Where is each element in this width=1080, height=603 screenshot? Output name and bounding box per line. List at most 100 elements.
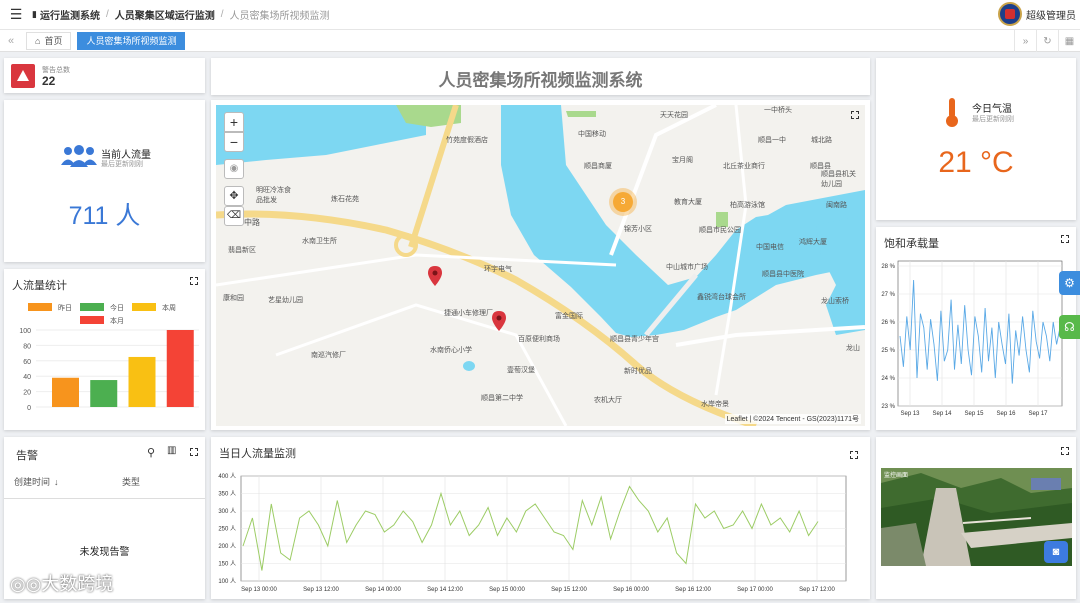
map-label: 天天花园 bbox=[660, 112, 688, 119]
move-tool-icon[interactable]: ✥ bbox=[224, 186, 244, 206]
map-label: 顺昌商厦 bbox=[584, 163, 612, 170]
map-label: 富金国际 bbox=[555, 313, 583, 320]
fullscreen-icon[interactable] bbox=[850, 451, 858, 459]
flow-stats-title: 人流量统计 bbox=[12, 280, 67, 292]
legend-label: 本月 bbox=[110, 316, 124, 325]
map-marker[interactable] bbox=[492, 311, 506, 331]
y-tick-label: 350 人 bbox=[218, 491, 236, 498]
breadcrumb-item-area[interactable]: 人员聚集区域运行监测 bbox=[115, 7, 215, 22]
y-tick-label: 300 人 bbox=[218, 508, 236, 515]
map-label: 顺昌一中 bbox=[758, 137, 786, 144]
video-feed[interactable]: 监控画面 ◙ bbox=[881, 468, 1072, 566]
refresh-icon[interactable]: ↻ bbox=[1036, 30, 1058, 52]
headset-icon[interactable]: ☊ bbox=[1059, 315, 1080, 339]
user-menu[interactable]: 超级管理员 bbox=[998, 2, 1076, 26]
map-label: 捷通小车修理厂 bbox=[444, 310, 493, 317]
map-attribution: Leaflet | ©2024 Tencent - GS(2023)1171号 bbox=[724, 414, 861, 424]
alarms-card: 告警 ⚲ ▥ 创建时间 ↓ 类型 未发现告警 ◎◎大数跨境 bbox=[4, 437, 205, 599]
fullscreen-icon[interactable] bbox=[190, 448, 198, 456]
bar bbox=[166, 330, 194, 407]
grid-menu-icon[interactable]: ▦ bbox=[1058, 30, 1080, 52]
legend-swatch bbox=[28, 303, 52, 311]
map-label: 壹萄汉堡 bbox=[507, 367, 535, 374]
map-label: 新时优品 bbox=[624, 368, 652, 375]
chart-icon: ▮ bbox=[32, 9, 37, 19]
map-label: 教育大厦 bbox=[674, 199, 702, 206]
x-tick-label: Sep 15 00:00 bbox=[489, 587, 525, 593]
map-label: 顺昌县青少年宫 bbox=[610, 336, 659, 343]
fullscreen-icon[interactable] bbox=[1061, 235, 1069, 243]
map-label: 中路 bbox=[244, 218, 260, 227]
sort-arrow-icon: ↓ bbox=[54, 477, 59, 487]
x-tick-label: Sep 17 00:00 bbox=[737, 587, 773, 593]
x-tick-label: Sep 17 bbox=[1028, 411, 1048, 417]
users-icon bbox=[59, 145, 99, 170]
map-label: 水岸帝景 bbox=[701, 401, 729, 408]
map[interactable]: 一中桥头 天天花园 竹苑度假酒店 中国移动 顺昌一中 城北路 顺昌商厦 宝月阁 … bbox=[216, 105, 865, 426]
current-flow-card: 当前人流量 最后更新刚刚 711 人 bbox=[4, 100, 205, 262]
y-tick-label: 20 bbox=[23, 390, 31, 397]
marker-tool-icon[interactable]: ◉ bbox=[224, 159, 244, 179]
alarms-title: 告警 bbox=[16, 450, 38, 462]
bar bbox=[128, 356, 156, 407]
series-line bbox=[899, 279, 1061, 384]
column-created-time[interactable]: 创建时间 ↓ bbox=[14, 475, 59, 488]
map-label: 炼石花苑 bbox=[331, 196, 359, 203]
map-label: 中国移动 bbox=[578, 131, 606, 138]
map-label: 农机大厅 bbox=[594, 397, 622, 404]
top-bar: ☰ ▮ 运行监测系统 / 人员聚集区域运行监测 / 人员密集场所视频监测 超级管… bbox=[0, 0, 1080, 30]
y-tick-label: 26 % bbox=[881, 320, 895, 326]
map-label: 北丘茶业商行 bbox=[723, 163, 765, 170]
legend-label: 昨日 bbox=[58, 303, 72, 312]
map-label: 竹苑度假酒店 bbox=[446, 137, 488, 144]
x-tick-label: Sep 14 bbox=[932, 411, 952, 417]
map-label: 城北路 bbox=[811, 137, 832, 144]
map-label: 顺昌县机关幼儿园 bbox=[821, 171, 856, 188]
search-icon[interactable]: ⚲ bbox=[147, 446, 155, 459]
legend-swatch bbox=[132, 303, 156, 311]
map-marker[interactable] bbox=[428, 266, 442, 286]
legend-swatch bbox=[80, 316, 104, 324]
map-label: 鸿辉大厦 bbox=[799, 239, 827, 246]
zoom-in-button[interactable]: + bbox=[224, 112, 244, 132]
settings-gear-icon[interactable]: ⚙ bbox=[1059, 271, 1080, 295]
title-card: 人员密集场所视频监测系统 bbox=[211, 58, 870, 95]
zoom-out-button[interactable]: − bbox=[224, 132, 244, 152]
fullscreen-icon[interactable] bbox=[1061, 447, 1069, 455]
x-tick-label: Sep 16 bbox=[996, 411, 1016, 417]
user-name: 超级管理员 bbox=[1026, 10, 1076, 22]
y-tick-label: 100 bbox=[19, 328, 31, 335]
video-overlay-text: 监控画面 bbox=[884, 473, 909, 479]
daily-flow-title: 当日人流量监测 bbox=[219, 448, 296, 460]
plot-frame bbox=[897, 260, 1063, 407]
eraser-icon[interactable]: ⌫ bbox=[224, 206, 244, 226]
y-tick-label: 27 % bbox=[881, 292, 895, 298]
y-tick-label: 200 人 bbox=[218, 543, 236, 550]
map-label: 龙山 bbox=[846, 345, 860, 352]
divider bbox=[4, 498, 205, 499]
hamburger-icon[interactable]: ☰ bbox=[6, 6, 26, 23]
y-tick-label: 80 bbox=[23, 343, 31, 350]
x-tick-label: Sep 13 00:00 bbox=[241, 587, 277, 593]
x-tick-label: Sep 15 bbox=[964, 411, 984, 417]
tab-home[interactable]: ⌂ 首页 bbox=[26, 31, 72, 50]
scroll-right-icon[interactable]: » bbox=[1014, 30, 1036, 52]
columns-icon[interactable]: ▥ bbox=[167, 445, 176, 456]
map-label: 闽南路 bbox=[826, 202, 847, 209]
map-fullscreen-icon[interactable] bbox=[851, 111, 859, 119]
breadcrumb-item-system[interactable]: 运行监测系统 bbox=[40, 7, 100, 22]
warning-icon bbox=[11, 64, 35, 88]
map-cluster[interactable]: 3 bbox=[613, 192, 633, 212]
saturation-title: 饱和承载量 bbox=[884, 238, 939, 250]
scroll-left-icon[interactable]: « bbox=[0, 35, 22, 47]
y-tick-label: 0 bbox=[27, 405, 31, 412]
map-label: 中山城市广场 bbox=[666, 264, 708, 271]
tab-current[interactable]: 人员密集场所视频监测 bbox=[77, 31, 186, 50]
column-type[interactable]: 类型 bbox=[122, 475, 140, 488]
map-label: 水南侨心小学 bbox=[430, 347, 472, 354]
map-label: 顺昌市民公园 bbox=[699, 227, 741, 234]
breadcrumb: ▮ 运行监测系统 / 人员聚集区域运行监测 / 人员密集场所视频监测 bbox=[32, 7, 330, 22]
map-label: 龙山索桥 bbox=[821, 298, 849, 305]
fullscreen-icon[interactable] bbox=[190, 277, 198, 285]
watermark: ◎◎大数跨境 bbox=[10, 574, 114, 594]
